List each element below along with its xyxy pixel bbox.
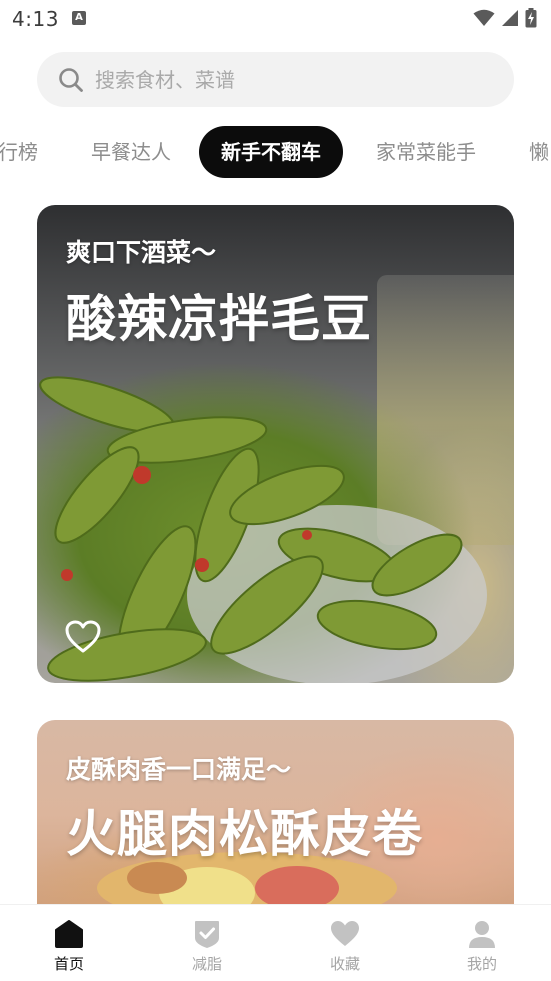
- nav-label: 首页: [53, 955, 84, 973]
- card-subtitle: 皮酥肉香一口满足～: [66, 755, 292, 784]
- tab-ranking[interactable]: 行榜: [0, 126, 38, 178]
- signal-icon: [502, 10, 518, 26]
- tab-breakfast[interactable]: 早餐达人: [91, 126, 171, 178]
- nav-label: 收藏: [329, 955, 360, 973]
- tab-beginner[interactable]: 新手不翻车: [199, 126, 343, 178]
- wifi-icon: [473, 9, 495, 26]
- home-icon: [55, 920, 83, 948]
- notification-icon: A: [72, 11, 86, 25]
- app-screen: 4:13 A 搜索食材、菜谱 行榜 早餐达人 新手不翻车 家常菜能手 懒 爽口下…: [0, 0, 551, 981]
- battery-icon: [525, 8, 537, 28]
- search-input[interactable]: 搜索食材、菜谱: [95, 67, 235, 93]
- search-icon: [59, 68, 83, 92]
- heart-icon: [331, 921, 359, 946]
- nav-item-profile[interactable]: 我的: [442, 919, 522, 974]
- tab-home-cooking[interactable]: 家常菜能手: [376, 126, 476, 178]
- search-bar[interactable]: 搜索食材、菜谱: [37, 52, 514, 107]
- card-subtitle: 爽口下酒菜～: [66, 238, 217, 267]
- nav-label: 我的: [466, 955, 497, 973]
- bottom-navigation: 首页 减脂 收藏 我的: [0, 904, 551, 981]
- card-title: 火腿肉松酥皮卷: [66, 805, 423, 863]
- nav-item-favorites[interactable]: 收藏: [305, 919, 385, 974]
- recipe-card[interactable]: 爽口下酒菜～ 酸辣凉拌毛豆: [37, 205, 514, 683]
- heart-outline-icon[interactable]: [65, 620, 101, 654]
- status-time: 4:13: [12, 7, 59, 31]
- recipe-card[interactable]: 皮酥肉香一口满足～ 火腿肉松酥皮卷: [37, 720, 514, 910]
- status-bar: 4:13 A: [0, 0, 551, 38]
- check-shield-icon: [195, 921, 219, 948]
- person-icon: [469, 921, 495, 948]
- category-tabs: 行榜 早餐达人 新手不翻车 家常菜能手 懒: [0, 126, 551, 178]
- status-icons: [473, 8, 537, 28]
- nav-item-home[interactable]: 首页: [29, 919, 109, 974]
- nav-label: 减脂: [191, 955, 222, 973]
- card-image-edamame: [39, 376, 463, 682]
- card-title: 酸辣凉拌毛豆: [66, 290, 372, 348]
- nav-item-fat-loss[interactable]: 减脂: [167, 919, 247, 974]
- tab-lazy[interactable]: 懒: [529, 126, 549, 178]
